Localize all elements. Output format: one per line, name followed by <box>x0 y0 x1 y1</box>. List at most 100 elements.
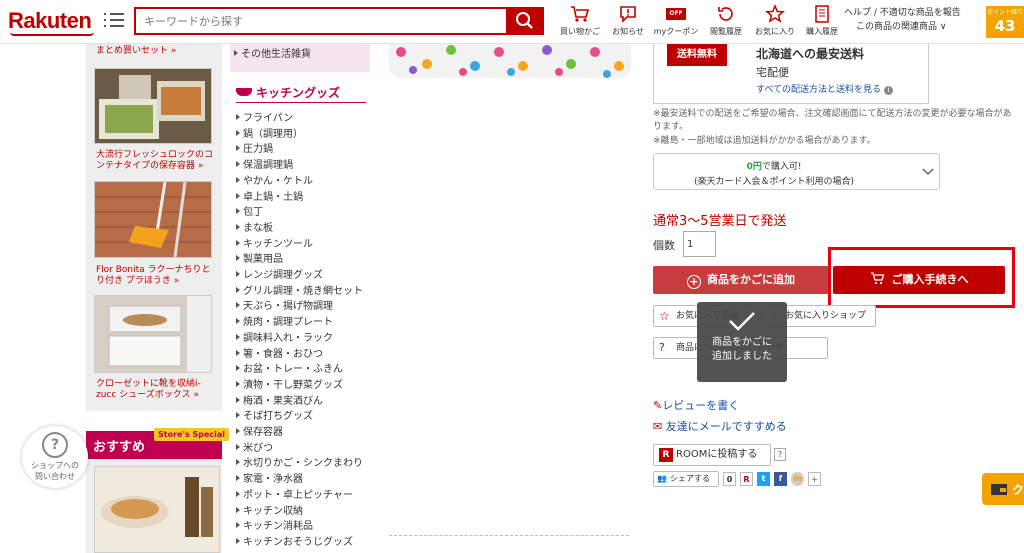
kitchen-category-item[interactable]: ポット・卓上ピッチャー <box>236 486 353 501</box>
contact-label-2: 問い合わせ <box>35 472 75 481</box>
shop-contact-button[interactable]: ? ショップへの 問い合わせ <box>22 426 88 488</box>
kitchen-category-item[interactable]: 米びつ <box>236 439 273 454</box>
kitchen-category-item[interactable]: キッチン収納 <box>236 502 303 517</box>
help-links: ヘルプ / 不適切な商品を報告 この商品の関連商品 ∨ <box>844 6 961 34</box>
divider-dashed <box>389 535 629 536</box>
nav-coupon[interactable]: OFF myクーポン <box>650 4 702 37</box>
kitchen-category-item[interactable]: フライパン <box>236 109 293 124</box>
broom-thumbnail[interactable] <box>94 181 212 258</box>
product-image[interactable] <box>389 44 631 78</box>
shoebox-caption[interactable]: クローゼットに靴を収納i-zucc シューズボックス » <box>96 379 214 401</box>
payment-amount-line: 0円で購入可! <box>654 159 894 172</box>
points-value: 43 <box>994 17 1016 35</box>
rakuten-share-icon[interactable]: R <box>740 472 753 486</box>
search-input[interactable] <box>136 9 506 33</box>
kitchen-category-item[interactable]: そば打ちグッズ <box>236 407 313 422</box>
recommend-thumbnail[interactable] <box>94 466 220 553</box>
pencil-icon: ✎ <box>653 399 663 412</box>
kitchen-category-item[interactable]: キッチンおそうじグッズ <box>236 533 353 548</box>
room-help-icon[interactable]: ? <box>774 448 786 461</box>
nav-purchase-history[interactable]: 購入履歴 <box>802 4 842 37</box>
payment-amount: 0円 <box>746 162 762 172</box>
checkmark-icon <box>729 312 755 331</box>
related-items-link[interactable]: この商品の関連商品 ∨ <box>844 20 961 34</box>
facebook-icon[interactable]: f <box>774 472 787 486</box>
pot-icon <box>236 88 252 96</box>
help-report-link[interactable]: ヘルプ / 不適切な商品を報告 <box>844 6 961 20</box>
points-badge[interactable]: ポイント残り 43 <box>986 6 1024 38</box>
heading-divider <box>236 102 366 103</box>
shipping-methods-link[interactable]: すべての配送方法と送料を見る i <box>756 82 893 95</box>
store-special-badge: Store's Special <box>154 428 229 441</box>
shipping-method: 宅配便 <box>756 66 789 79</box>
room-post-button[interactable]: R ROOMに投稿する <box>653 444 771 466</box>
kitchen-category-item[interactable]: お盆・トレー・ふきん <box>236 360 343 375</box>
nav-cart-label: 買い物かご <box>560 27 600 36</box>
kitchen-category-item[interactable]: キッチン消耗品 <box>236 517 313 532</box>
quantity-input[interactable] <box>683 231 716 257</box>
floral-pattern-image <box>389 44 631 78</box>
kitchen-category-item[interactable]: レンジ調理グッズ <box>236 266 323 281</box>
broom-caption[interactable]: Flor Bonita ラクーナちりとり付き プラほうき » <box>96 265 214 287</box>
shoebox-image <box>95 296 211 372</box>
cart-icon <box>571 6 590 22</box>
chevron-down-icon <box>922 168 934 176</box>
twitter-icon[interactable]: t <box>757 472 770 486</box>
kitchen-category-item[interactable]: 保温調理鍋 <box>236 156 293 171</box>
kitchen-category-item[interactable]: 天ぷら・揚げ物調理 <box>236 297 333 312</box>
kitchen-category-item[interactable]: 鍋（調理用） <box>236 125 303 140</box>
rakuten-logo[interactable]: Rakuten <box>8 8 92 34</box>
nav-notice[interactable]: お知らせ <box>608 4 648 37</box>
kitchen-category-item[interactable]: 卓上鍋・土鍋 <box>236 188 303 203</box>
shipping-title: 北海道への最安送料 <box>756 47 865 61</box>
kitchen-category-item[interactable]: 焼肉・調理プレート <box>236 313 333 328</box>
kitchen-category-item[interactable]: やかん・ケトル <box>236 172 313 187</box>
food-container-image <box>95 69 211 143</box>
kitchen-category-item[interactable]: 漬物・干し野菜グッズ <box>236 376 343 391</box>
star-icon: ☆ <box>659 309 670 323</box>
email-friend-link[interactable]: ✉ 友達にメールですすめる <box>653 418 787 434</box>
kitchen-category-item[interactable]: グリル調理・焼き網セット <box>236 282 363 297</box>
container-caption[interactable]: 大流行フレッシュロックのコンテナタイプの保存容器 » <box>96 150 214 172</box>
checkout-highlight-box <box>828 247 1015 308</box>
kitchen-category-item[interactable]: まな板 <box>236 219 273 234</box>
bulk-set-link[interactable]: まとめ買いセット » <box>96 46 176 57</box>
kitchen-category-item[interactable]: 保存容器 <box>236 423 283 438</box>
kitchen-category-item[interactable]: 圧力鍋 <box>236 140 273 155</box>
search-button[interactable] <box>506 7 544 35</box>
mail-icon: ✉ <box>653 420 663 433</box>
mixi-icon[interactable]: m <box>791 472 804 486</box>
category-other[interactable]: その他生活雑貨 <box>234 45 311 60</box>
kitchen-category-item[interactable]: 包丁 <box>236 203 263 218</box>
nav-cart[interactable]: 買い物かご <box>556 4 604 37</box>
add-to-cart-button[interactable]: + 商品をかごに追加 <box>653 266 829 294</box>
kitchen-goods-heading: キッチングッズ <box>236 84 340 101</box>
kitchen-category-item[interactable]: キッチンツール <box>236 235 313 250</box>
menu-icon[interactable] <box>104 11 124 29</box>
nav-history[interactable]: 閲覧履歴 <box>704 4 748 37</box>
kitchen-category-item[interactable]: 家電・浄水器 <box>236 470 303 485</box>
receipt-icon <box>815 5 829 23</box>
floating-coupon-tab[interactable]: ク <box>982 473 1024 505</box>
kitchen-category-item[interactable]: 箸・食器・おひつ <box>236 345 323 360</box>
share-button[interactable]: 👥 シェアする <box>653 471 719 487</box>
quantity-label: 個数 <box>653 239 675 252</box>
nav-history-label: 閲覧履歴 <box>710 27 742 36</box>
nav-favorites-label: お気に入り <box>755 27 795 36</box>
more-share-icon[interactable]: + <box>808 472 821 486</box>
category-other-box: その他生活雑貨 <box>230 44 370 72</box>
kitchen-category-item[interactable]: 調味料入れ・ラック <box>236 329 333 344</box>
kitchen-category-item[interactable]: 梅酒・果実酒びん <box>236 392 323 407</box>
payment-dropdown[interactable]: 0円で購入可! (楽天カード入会＆ポイント利用の場合) <box>653 153 940 190</box>
nav-favorites[interactable]: お気に入り <box>750 4 800 37</box>
write-review-link[interactable]: ✎レビューを書く <box>653 397 739 413</box>
container-thumbnail[interactable] <box>94 68 212 144</box>
coupon-icon: OFF <box>666 8 686 20</box>
kitchen-category-item[interactable]: 製菓用品 <box>236 250 283 265</box>
kitchen-category-item[interactable]: 水切りかご・シンクまわり <box>236 454 363 469</box>
search-icon <box>516 12 533 29</box>
chevron-down-icon: ∨ <box>939 22 947 32</box>
history-icon <box>718 7 733 21</box>
shoebox-thumbnail[interactable] <box>94 295 212 373</box>
toast-line-2: 追加しました <box>712 351 772 362</box>
